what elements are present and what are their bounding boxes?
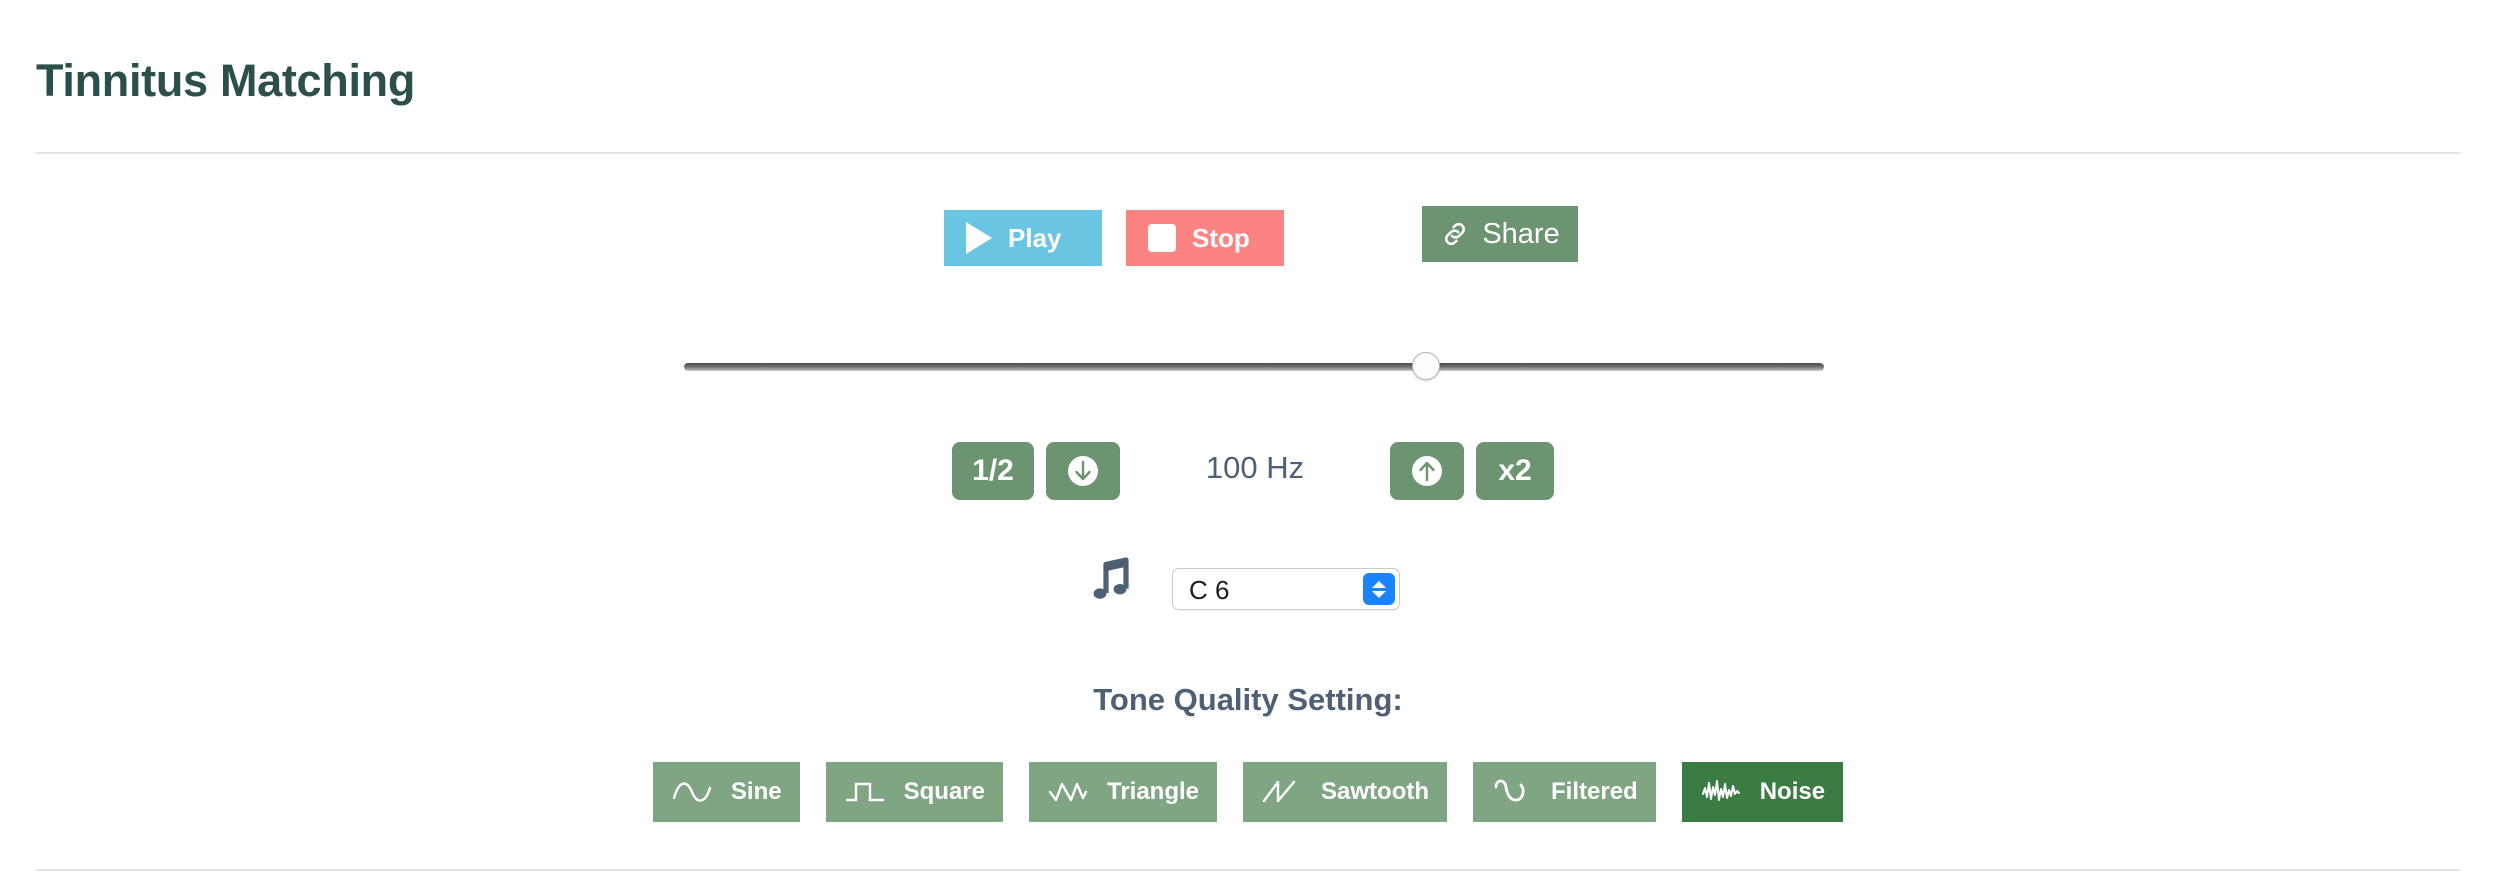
play-triangle-icon — [966, 222, 992, 254]
tone-quality-options: Sine Square Triangle Sawtooth Filtered — [0, 762, 2496, 826]
header-divider — [36, 152, 2460, 154]
tone-option-sine-label: Sine — [731, 778, 782, 806]
music-note-icon — [1088, 554, 1136, 606]
tone-option-noise[interactable]: Noise — [1682, 762, 1843, 822]
page-title: Tinnitus Matching — [36, 58, 415, 103]
filtered-wave-icon — [1491, 778, 1533, 806]
tone-option-sawtooth-label: Sawtooth — [1321, 778, 1429, 806]
increase-frequency-button[interactable] — [1390, 442, 1464, 500]
stop-square-icon — [1148, 224, 1176, 252]
volume-slider-thumb[interactable] — [1412, 352, 1440, 380]
arrow-up-circle-icon — [1407, 451, 1447, 491]
note-selector-row: C 6 — [0, 552, 2496, 614]
square-wave-icon — [844, 778, 886, 806]
note-select-value: C 6 — [1189, 575, 1229, 606]
tone-option-noise-label: Noise — [1760, 778, 1825, 806]
tone-option-square-label: Square — [904, 778, 985, 806]
transport-controls: Play Stop Share — [0, 210, 2496, 274]
noise-wave-icon — [1700, 778, 1742, 806]
halve-frequency-button[interactable]: 1/2 — [952, 442, 1034, 500]
triangle-wave-icon — [1047, 778, 1089, 806]
tone-option-filtered-label: Filtered — [1551, 778, 1638, 806]
frequency-value: 100 Hz — [1120, 450, 1390, 486]
tone-option-triangle[interactable]: Triangle — [1029, 762, 1217, 822]
stop-button[interactable]: Stop — [1126, 210, 1284, 266]
tone-option-triangle-label: Triangle — [1107, 778, 1199, 806]
tone-option-sawtooth[interactable]: Sawtooth — [1243, 762, 1447, 822]
play-button[interactable]: Play — [944, 210, 1102, 266]
tone-option-filtered[interactable]: Filtered — [1473, 762, 1656, 822]
arrow-down-circle-icon — [1063, 451, 1103, 491]
double-frequency-button[interactable]: x2 — [1476, 442, 1554, 500]
tone-option-square[interactable]: Square — [826, 762, 1003, 822]
chevron-down-icon — [1372, 591, 1386, 598]
sawtooth-wave-icon — [1261, 778, 1303, 806]
decrease-frequency-button[interactable] — [1046, 442, 1120, 500]
stop-button-label: Stop — [1192, 223, 1250, 254]
frequency-controls: 1/2 100 Hz x2 — [0, 442, 2496, 504]
halve-frequency-label: 1/2 — [972, 454, 1014, 488]
tone-option-sine[interactable]: Sine — [653, 762, 800, 822]
share-button-label: Share — [1482, 218, 1559, 251]
volume-slider[interactable] — [684, 352, 1824, 382]
chevron-up-icon — [1372, 581, 1386, 588]
sine-wave-icon — [671, 778, 713, 806]
double-frequency-label: x2 — [1498, 454, 1531, 488]
link-icon — [1440, 219, 1470, 249]
footer-divider — [36, 869, 2460, 871]
play-button-label: Play — [1008, 223, 1062, 254]
share-button[interactable]: Share — [1422, 206, 1578, 262]
tinnitus-matching-page: Tinnitus Matching Play Stop Share 1/2 — [0, 0, 2496, 886]
tone-quality-heading: Tone Quality Setting: — [0, 682, 2496, 718]
chevron-up-down-icon[interactable] — [1363, 573, 1395, 605]
volume-slider-track[interactable] — [684, 363, 1824, 371]
note-select[interactable]: C 6 — [1172, 568, 1400, 610]
